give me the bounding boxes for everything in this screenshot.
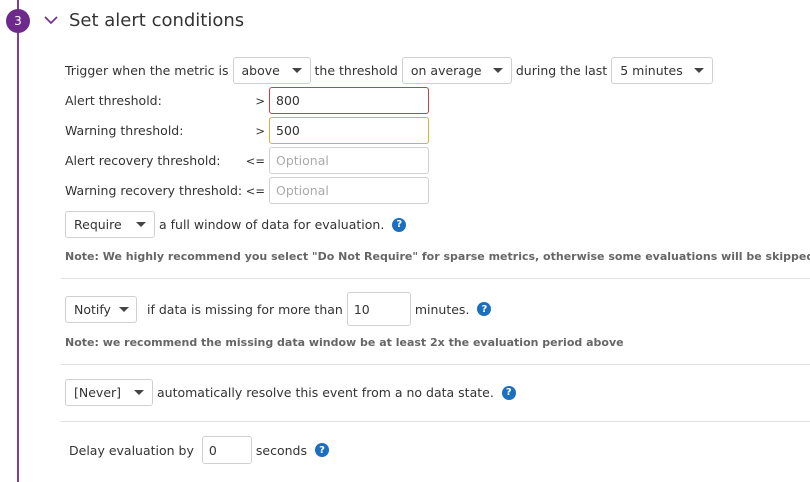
section-divider <box>61 421 810 422</box>
warning-recovery-threshold-input[interactable]: Optional <box>269 177 429 204</box>
notify-value: Notify <box>74 301 111 317</box>
resolve-select[interactable]: [Never] <box>65 379 153 406</box>
require-select[interactable]: Require <box>65 211 155 238</box>
step-rail <box>17 0 19 482</box>
resolve-row: [Never] automatically resolve this event… <box>65 379 516 406</box>
dropdown-caret-icon <box>694 68 705 73</box>
missing-minutes-input[interactable]: 10 <box>346 292 411 326</box>
trigger-prefix-text: Trigger when the metric is <box>65 63 229 78</box>
alert-threshold-input[interactable]: 800 <box>269 87 429 114</box>
alert-threshold-label: Alert threshold: <box>65 93 162 108</box>
comparator-select[interactable]: above <box>232 57 311 84</box>
delay-row: Delay evaluation by 0 seconds ? <box>69 436 329 464</box>
help-icon[interactable]: ? <box>392 217 407 232</box>
require-row: Require a full window of data for evalua… <box>65 211 407 238</box>
section-title: Set alert conditions <box>69 10 245 31</box>
alert-threshold-operator: > <box>255 94 265 108</box>
warning-threshold-operator: > <box>255 124 265 138</box>
notify-text: if data is missing for more than <box>147 301 343 317</box>
chevron-down-icon[interactable] <box>44 15 58 25</box>
aggregation-value: on average <box>410 63 482 78</box>
trigger-mid-text: the threshold <box>314 63 398 78</box>
trigger-row: Trigger when the metric is above the thr… <box>65 57 714 84</box>
dropdown-caret-icon <box>134 390 144 395</box>
require-note: Note: We highly recommend you select "Do… <box>65 250 810 263</box>
resolve-text: automatically resolve this event from a … <box>157 385 494 400</box>
warning-threshold-label: Warning threshold: <box>65 123 184 138</box>
alert-recovery-threshold-label: Alert recovery threshold: <box>65 153 221 168</box>
warning-recovery-threshold-operator: <= <box>245 184 265 198</box>
dropdown-caret-icon <box>136 222 146 227</box>
alert-recovery-threshold-operator: <= <box>245 154 265 168</box>
help-icon[interactable]: ? <box>501 385 516 400</box>
delay-unit-text: seconds <box>255 442 307 458</box>
window-value: 5 minutes <box>620 63 683 78</box>
section-divider <box>61 364 810 365</box>
aggregation-select[interactable]: on average <box>401 57 512 84</box>
help-icon[interactable]: ? <box>477 302 492 316</box>
notify-row: Notify if data is missing for more than … <box>65 292 492 326</box>
delay-seconds-input[interactable]: 0 <box>201 436 252 464</box>
require-value: Require <box>74 217 122 232</box>
alert-recovery-threshold-input[interactable]: Optional <box>269 147 429 174</box>
dropdown-caret-icon <box>492 68 503 73</box>
require-text: a full window of data for evaluation. <box>159 217 385 232</box>
step-number-badge: 3 <box>6 9 30 33</box>
dropdown-caret-icon <box>118 306 129 312</box>
comparator-value: above <box>241 63 280 78</box>
notify-note: Note: we recommend the missing data wind… <box>65 336 624 349</box>
notify-minutes-text: minutes. <box>414 301 470 317</box>
section-divider <box>61 278 810 279</box>
window-select[interactable]: 5 minutes <box>611 57 714 84</box>
trigger-during-text: during the last <box>515 63 608 78</box>
delay-label: Delay evaluation by <box>69 442 194 458</box>
dropdown-caret-icon <box>291 68 302 73</box>
notify-select[interactable]: Notify <box>65 295 137 323</box>
warning-threshold-input[interactable]: 500 <box>269 117 429 144</box>
resolve-value: [Never] <box>74 385 122 400</box>
help-icon[interactable]: ? <box>314 443 329 457</box>
warning-recovery-threshold-label: Warning recovery threshold: <box>65 183 243 198</box>
